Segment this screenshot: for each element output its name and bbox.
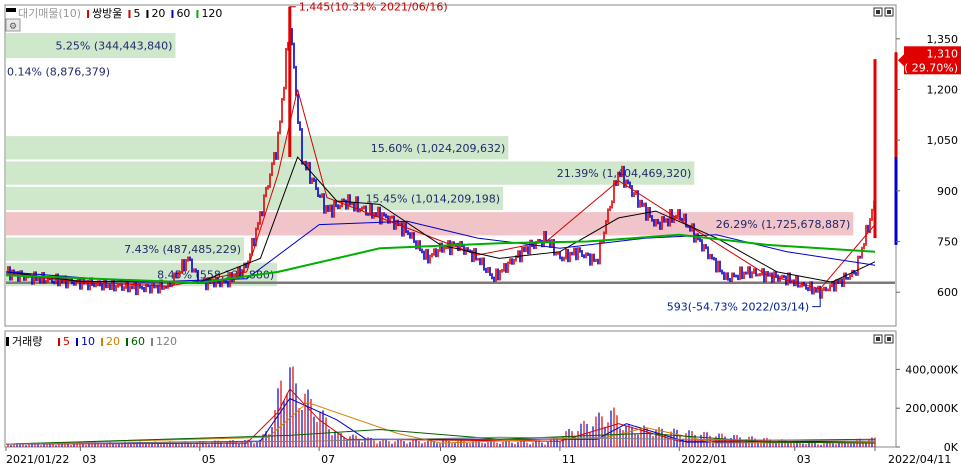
x-label-0: 2021/01/22 [6, 453, 69, 466]
chart-svg: 5.25% (344,443,840) 0.14% (8,876,379) 15.6… [4, 1, 961, 466]
legend-title: 대기매물(10) [18, 7, 81, 20]
y-axis: 1,350 1,200 1,050 900 750 600 400,000K 200,000K… [896, 33, 959, 454]
x-label-2: 05 [202, 453, 216, 466]
price-tick-label-3: 900 [937, 185, 958, 198]
volume-legend-swatch-2 [101, 338, 103, 346]
volume-legend-item-4: 120 [156, 335, 177, 348]
volume-legend-item-3: 60 [131, 335, 145, 348]
profile-label-0: 5.25% (344,443,840) [55, 40, 172, 53]
volume-tick-label-0: 400,000K [905, 363, 958, 376]
volume-legend-swatch-1 [76, 338, 78, 346]
volume-panel [4, 330, 897, 448]
volume-legend-swatch-0 [58, 338, 60, 346]
x-axis: 2021/01/22 03 05 07 09 11 2022/01 03 2022/04/11 [5, 447, 951, 466]
x-label-6: 2022/01 [681, 453, 727, 466]
legend-swatch-0 [87, 10, 90, 18]
high-marker-label: 1,445(10.31% 2021/06/16) [299, 1, 448, 14]
stock-chart-window: 5.25% (344,443,840) 0.14% (8,876,379) 15.6… [0, 0, 961, 467]
volume-legend-item-1: 10 [81, 335, 95, 348]
x-label-1: 03 [82, 453, 96, 466]
volume-legend-item-0: 5 [63, 335, 70, 348]
legend-item-4: 120 [201, 7, 222, 20]
legend-swatch-3 [171, 10, 174, 18]
x-label-3: 07 [321, 453, 335, 466]
profile-label-5: 26.29% (1,725,678,887) [716, 218, 851, 231]
price-tick-label-2: 1,050 [927, 134, 959, 147]
price-tick-label-4: 750 [937, 236, 958, 249]
price-tick-label-1: 1,200 [927, 83, 959, 96]
legend-swatch-1 [128, 10, 131, 18]
x-label-4: 09 [443, 453, 457, 466]
low-marker-label: 593(-54.73% 2022/03/14) [667, 301, 809, 314]
profile-label-2: 15.60% (1,024,209,632) [371, 142, 506, 155]
volume-legend-item-2: 20 [106, 335, 120, 348]
volume-legend-swatch-3 [126, 338, 128, 346]
legend-item-2: 20 [151, 7, 165, 20]
legend-swatch-4 [196, 10, 199, 18]
legend-item-3: 60 [176, 7, 190, 20]
svg-text:⚙: ⚙ [9, 22, 17, 32]
legend-item-0: 쌍방울 [92, 7, 122, 20]
legend-swatch-2 [146, 10, 149, 18]
price-tick-label-0: 1,350 [927, 33, 959, 46]
current-price-change: ( 29.70%) [904, 61, 958, 74]
volume-legend-swatch-4 [151, 338, 153, 346]
price-tick-label-5: 600 [937, 286, 958, 299]
x-label-5: 11 [562, 453, 576, 466]
profile-label-1: 0.14% (8,876,379) [7, 66, 110, 79]
x-label-8: 2022/04/11 [888, 453, 951, 466]
profile-label-6: 7.43% (487,485,229) [124, 243, 241, 256]
legend-item-1: 5 [133, 7, 140, 20]
volume-legend-title: 거래량 [12, 335, 42, 348]
volume-tick-label-1: 200,000K [905, 402, 958, 415]
profile-label-4: 15.45% (1,014,209,198) [366, 192, 501, 205]
current-price-box: 1,310 ( 29.70%) [898, 46, 961, 75]
legend-prefix-icon [6, 8, 16, 12]
x-label-7: 03 [797, 453, 811, 466]
current-price-value: 1,310 [927, 47, 959, 60]
volume-legend-icon [6, 337, 9, 346]
